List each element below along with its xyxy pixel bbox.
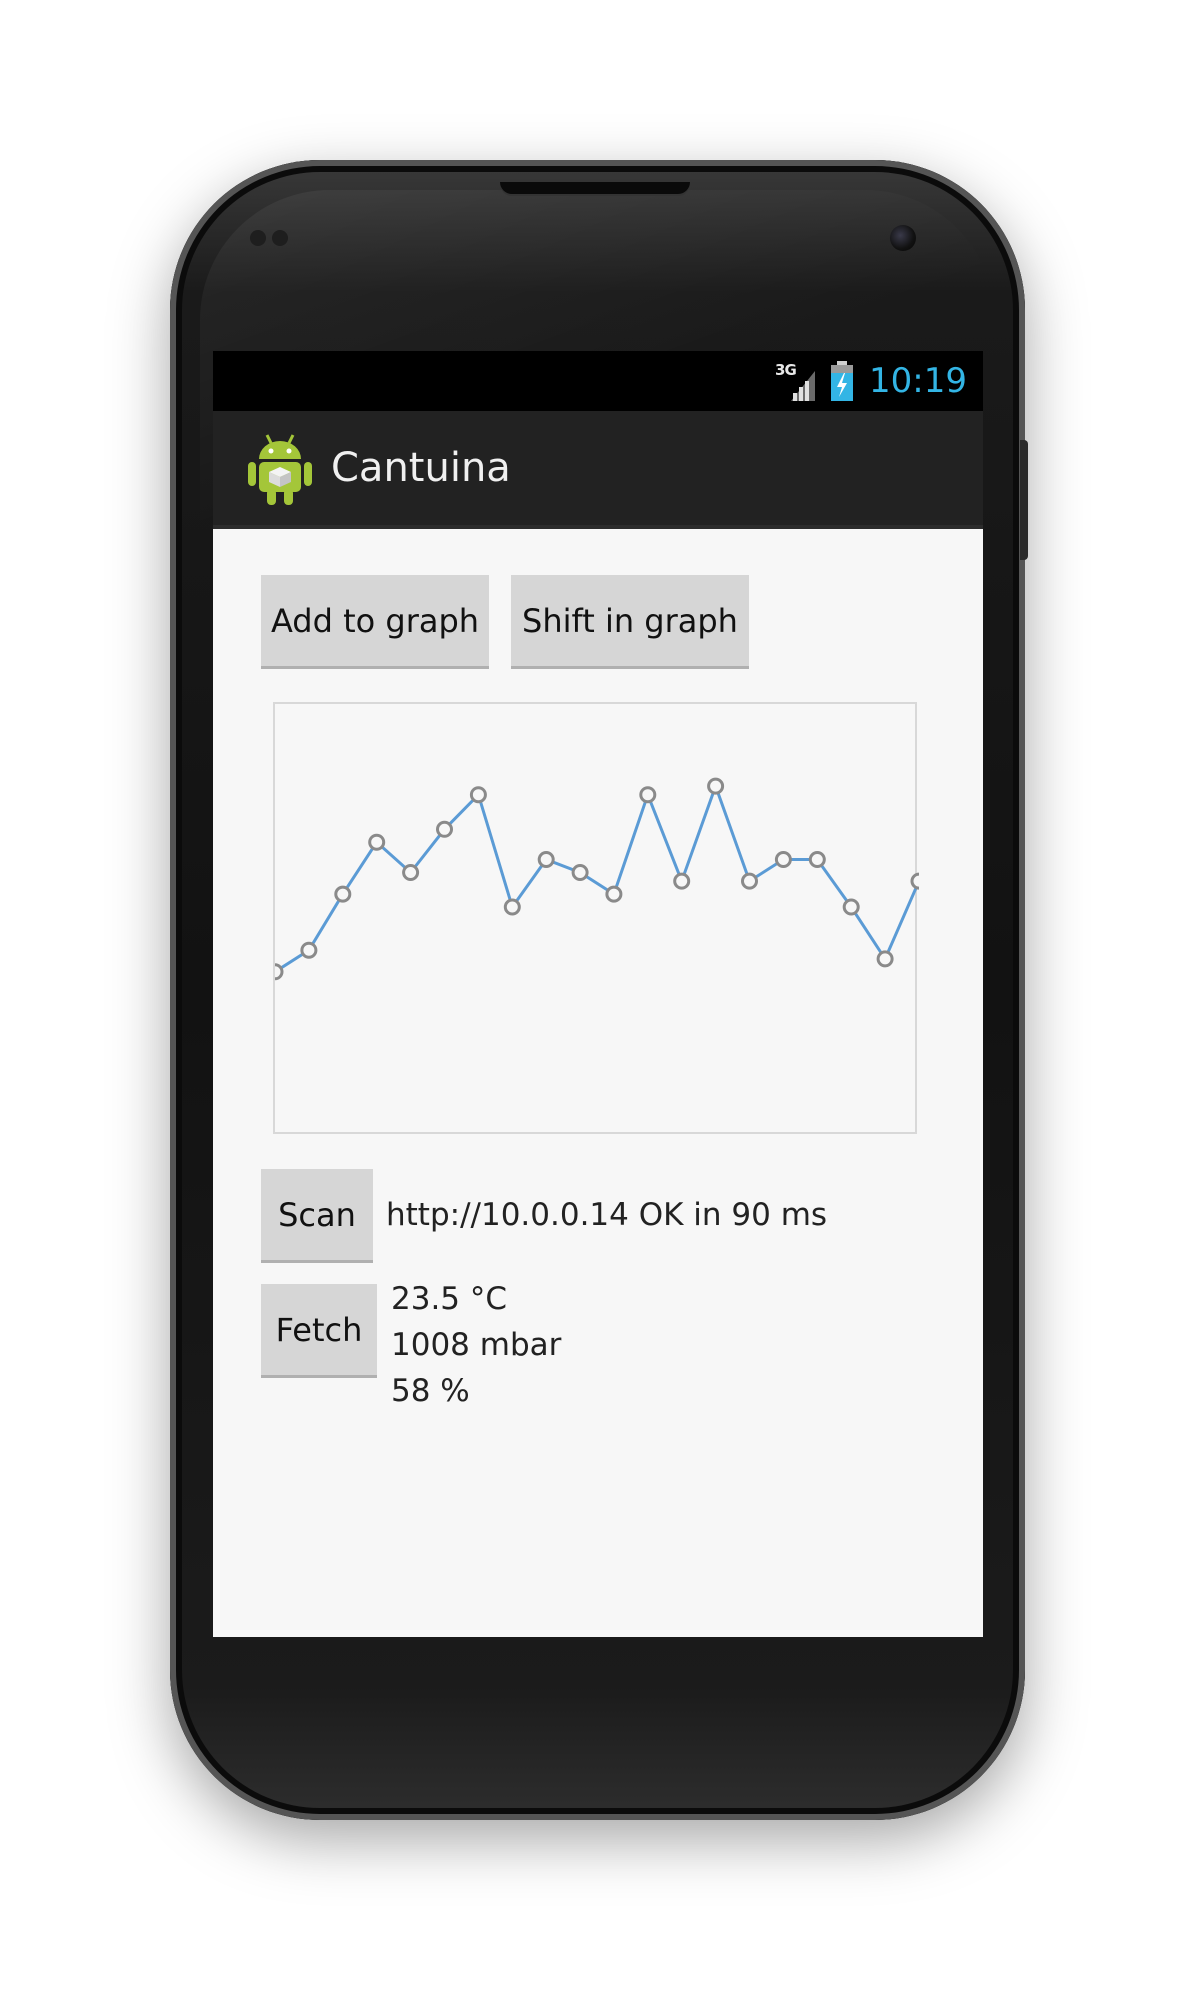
humidity-reading: 58 % [391, 1373, 470, 1409]
chart-point [876, 950, 894, 968]
line-chart-svg [275, 777, 919, 981]
chart-point [842, 898, 860, 916]
sensor-readings: 23.5 °C 1008 mbar 58 % [391, 1276, 561, 1414]
earpiece-speaker [500, 182, 690, 194]
app-title: Cantuina [331, 445, 511, 491]
chart-point [436, 820, 453, 838]
chart-point [673, 872, 691, 890]
chart-point [605, 885, 623, 903]
battery-charging-icon [831, 361, 854, 401]
chart-point [300, 941, 318, 959]
chart-point [402, 864, 420, 881]
chart-point [571, 864, 589, 881]
chart-point [639, 786, 657, 804]
signal-bars-icon: 3G [775, 361, 816, 401]
chart-point [910, 872, 919, 890]
pressure-reading: 1008 mbar [391, 1327, 562, 1363]
status-clock: 10:19 [869, 361, 967, 401]
chart-point [774, 851, 792, 868]
network-type-label: 3G [775, 361, 797, 379]
shift-in-graph-button[interactable]: Shift in graph [511, 575, 749, 669]
fetch-button[interactable]: Fetch [261, 1284, 377, 1378]
status-icons: 3G 10:19 [775, 359, 967, 403]
chart-point [808, 851, 826, 868]
chart-point [334, 885, 352, 903]
power-button [1020, 440, 1028, 560]
chart-point [275, 963, 284, 981]
line-chart [273, 702, 919, 1134]
device-frame: 3G 10:19 Cantuina Add to graph Shift in … [0, 0, 1195, 1994]
chart-point [741, 872, 758, 890]
app-screen: 3G 10:19 Cantuina Add to graph Shift in … [213, 351, 983, 1637]
scan-button[interactable]: Scan [261, 1169, 373, 1263]
temperature-reading: 23.5 °C [391, 1281, 508, 1317]
proximity-sensors [250, 230, 300, 246]
chart-point [368, 833, 386, 851]
action-bar: Cantuina [213, 411, 983, 529]
chart-point [707, 777, 725, 795]
android-robot-icon [248, 434, 312, 505]
status-bar: 3G 10:19 [213, 351, 983, 411]
scan-status-text: http://10.0.0.14 OK in 90 ms [386, 1197, 828, 1233]
add-to-graph-button[interactable]: Add to graph [261, 575, 489, 669]
front-camera-icon [890, 225, 916, 251]
chart-point [537, 851, 555, 868]
chart-series-line [275, 781, 919, 974]
chart-point [503, 898, 521, 916]
chart-points [275, 777, 919, 981]
chart-point [469, 786, 487, 804]
